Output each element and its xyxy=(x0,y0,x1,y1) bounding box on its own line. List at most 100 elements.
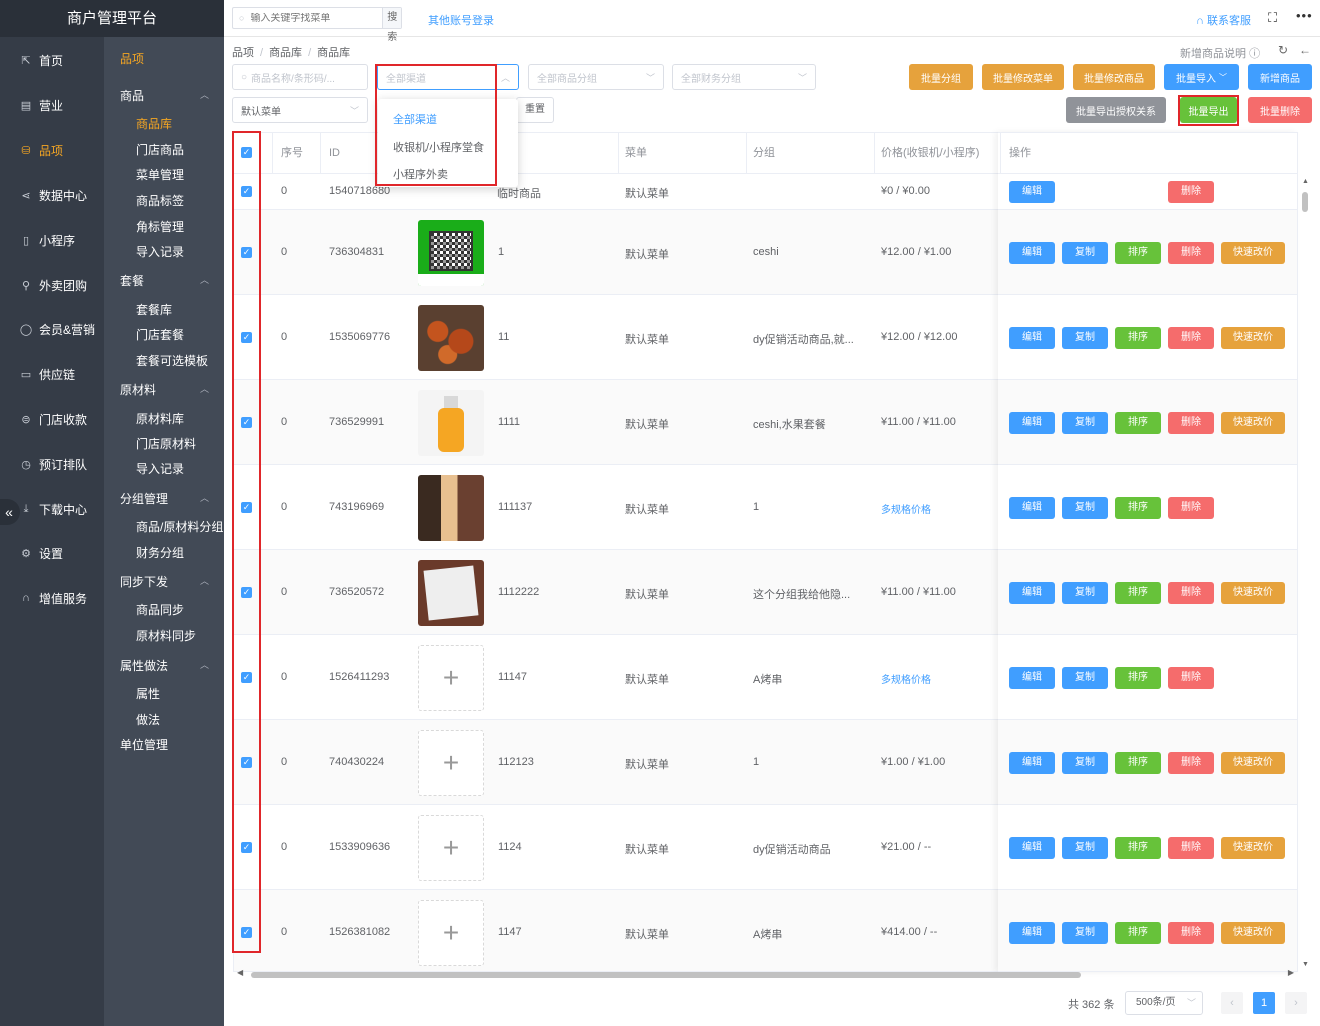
back-arrow-icon[interactable]: ← xyxy=(1299,43,1311,57)
reset-button[interactable]: 重置 xyxy=(516,97,554,123)
breadcrumb-item[interactable]: 品项 xyxy=(232,47,254,59)
nav-item[interactable]: ▯ 小程序 xyxy=(0,226,104,254)
row-checkbox[interactable]: ✓ xyxy=(241,926,252,938)
batch-edit-product-button[interactable]: 批量修改商品 xyxy=(1073,64,1155,90)
subnav-item[interactable]: 门店原材料 xyxy=(136,435,196,452)
batch-export-button[interactable]: 批量导出 xyxy=(1180,97,1237,123)
row-delete-button[interactable]: 删除 xyxy=(1168,181,1214,203)
more-icon[interactable]: ••• xyxy=(1296,8,1313,23)
select-all-checkbox[interactable]: ✓ xyxy=(241,147,252,158)
subnav-item[interactable]: 角标管理 xyxy=(136,218,184,235)
subnav-group-label[interactable]: 分组管理 xyxy=(120,490,168,507)
nav-item[interactable]: ⇱ 首页 xyxy=(0,46,104,74)
row-delete-button[interactable]: 删除 xyxy=(1168,836,1214,859)
row-quick-button[interactable]: 快速改价 xyxy=(1221,326,1285,349)
nav-item[interactable]: ◷ 预订排队 xyxy=(0,450,104,478)
prev-page-button[interactable]: ‹ xyxy=(1221,992,1243,1014)
row-checkbox[interactable]: ✓ xyxy=(241,501,252,513)
subnav-item[interactable]: 商品标签 xyxy=(136,192,184,209)
row-sort-button[interactable]: 排序 xyxy=(1115,411,1161,434)
nav-item[interactable]: ⚲ 外卖团购 xyxy=(0,271,104,299)
row-edit-button[interactable]: 编辑 xyxy=(1009,581,1055,604)
upload-image-placeholder[interactable]: + xyxy=(418,644,484,711)
subnav-item[interactable]: 商品同步 xyxy=(136,601,184,618)
other-account-login-link[interactable]: 其他账号登录 xyxy=(428,12,494,28)
row-edit-button[interactable]: 编辑 xyxy=(1009,241,1055,264)
row-sort-button[interactable]: 排序 xyxy=(1115,241,1161,264)
row-copy-button[interactable]: 复制 xyxy=(1062,836,1108,859)
subnav-item[interactable]: 属性 xyxy=(136,685,160,702)
row-edit-button[interactable]: 编辑 xyxy=(1009,326,1055,349)
breadcrumb-item[interactable]: 商品库 xyxy=(269,47,302,59)
menu-search-input[interactable] xyxy=(244,12,383,24)
subnav-group-label[interactable]: 属性做法 xyxy=(120,657,168,674)
row-checkbox[interactable]: ✓ xyxy=(241,331,252,343)
row-copy-button[interactable]: 复制 xyxy=(1062,241,1108,264)
vertical-scroll-thumb[interactable] xyxy=(1302,192,1308,212)
nav-item[interactable]: ⋖ 数据中心 xyxy=(0,181,104,209)
row-quick-button[interactable]: 快速改价 xyxy=(1221,241,1285,264)
page-size-select[interactable]: 500条/页 ﹀ xyxy=(1125,991,1203,1015)
contact-service-link[interactable]: ∩ 联系客服 xyxy=(1196,12,1251,28)
finance-group-select[interactable]: 全部财务分组 ﹀ xyxy=(672,64,816,90)
row-checkbox[interactable]: ✓ xyxy=(241,246,252,258)
row-sort-button[interactable]: 排序 xyxy=(1115,581,1161,604)
row-copy-button[interactable]: 复制 xyxy=(1062,751,1108,774)
subnav-item[interactable]: 原材料同步 xyxy=(136,627,196,644)
nav-item[interactable]: ∩ 增值服务 xyxy=(0,584,104,612)
batch-edit-menu-button[interactable]: 批量修改菜单 xyxy=(982,64,1064,90)
row-delete-button[interactable]: 删除 xyxy=(1168,581,1214,604)
row-copy-button[interactable]: 复制 xyxy=(1062,581,1108,604)
product-name-search-input[interactable]: ○ 商品名称/条形码/... xyxy=(232,64,368,90)
row-delete-button[interactable]: 删除 xyxy=(1168,411,1214,434)
row-quick-button[interactable]: 快速改价 xyxy=(1221,581,1285,604)
row-edit-button[interactable]: 编辑 xyxy=(1009,751,1055,774)
channel-option-all[interactable]: 全部渠道 xyxy=(393,111,437,127)
row-checkbox[interactable]: ✓ xyxy=(241,756,252,768)
menu-search-button[interactable]: 搜索 xyxy=(382,8,401,43)
nav-item[interactable]: ◯ 会员&营销 xyxy=(0,315,104,343)
multi-spec-price-link[interactable]: 多规格价格 xyxy=(881,501,931,516)
row-edit-button[interactable]: 编辑 xyxy=(1009,496,1055,519)
subnav-item[interactable]: 门店商品 xyxy=(136,141,184,158)
row-sort-button[interactable]: 排序 xyxy=(1115,666,1161,689)
subnav-group-label[interactable]: 同步下发 xyxy=(120,573,168,590)
new-product-help-link[interactable]: 新增商品说明 ⓘ xyxy=(1180,45,1260,61)
subnav-item[interactable]: 商品库 xyxy=(136,115,172,132)
row-edit-button[interactable]: 编辑 xyxy=(1009,666,1055,689)
row-sort-button[interactable]: 排序 xyxy=(1115,326,1161,349)
vertical-scrollbar[interactable]: ▲ ▼ xyxy=(1300,178,1310,968)
row-copy-button[interactable]: 复制 xyxy=(1062,411,1108,434)
row-checkbox[interactable]: ✓ xyxy=(241,671,252,683)
next-page-button[interactable]: › xyxy=(1285,992,1307,1014)
subnav-item[interactable]: 菜单管理 xyxy=(136,166,184,183)
row-copy-button[interactable]: 复制 xyxy=(1062,921,1108,944)
channel-select[interactable]: 全部渠道 ︿ xyxy=(377,64,519,90)
row-sort-button[interactable]: 排序 xyxy=(1115,836,1161,859)
row-sort-button[interactable]: 排序 xyxy=(1115,921,1161,944)
subnav-item[interactable]: 套餐可选模板 xyxy=(136,352,208,369)
upload-image-placeholder[interactable]: + xyxy=(418,899,484,966)
nav-item[interactable]: ▤ 营业 xyxy=(0,91,104,119)
channel-option-dine-in[interactable]: 收银机/小程序堂食 xyxy=(393,139,484,155)
row-delete-button[interactable]: 删除 xyxy=(1168,241,1214,264)
batch-import-button[interactable]: 批量导入 ﹀ xyxy=(1164,64,1239,90)
batch-group-button[interactable]: 批量分组 xyxy=(909,64,973,90)
product-group-select[interactable]: 全部商品分组 ﹀ xyxy=(528,64,664,90)
row-delete-button[interactable]: 删除 xyxy=(1168,751,1214,774)
row-edit-button[interactable]: 编辑 xyxy=(1009,181,1055,203)
row-sort-button[interactable]: 排序 xyxy=(1115,496,1161,519)
upload-image-placeholder[interactable]: + xyxy=(418,729,484,796)
nav-item[interactable]: ⊜ 门店收款 xyxy=(0,405,104,433)
channel-option-takeaway[interactable]: 小程序外卖 xyxy=(393,166,448,182)
row-quick-button[interactable]: 快速改价 xyxy=(1221,836,1285,859)
subnav-item[interactable]: 套餐库 xyxy=(136,301,172,318)
subnav-item[interactable]: 导入记录 xyxy=(136,243,184,260)
row-checkbox[interactable]: ✓ xyxy=(241,586,252,598)
subnav-item[interactable]: 财务分组 xyxy=(136,544,184,561)
horizontal-scrollbar[interactable]: ◀ ▶ xyxy=(233,968,1298,980)
menu-select[interactable]: 默认菜单 ﹀ xyxy=(232,97,368,123)
row-copy-button[interactable]: 复制 xyxy=(1062,666,1108,689)
subnav-group-label[interactable]: 商品 xyxy=(120,87,144,104)
subnav-item[interactable]: 导入记录 xyxy=(136,460,184,477)
